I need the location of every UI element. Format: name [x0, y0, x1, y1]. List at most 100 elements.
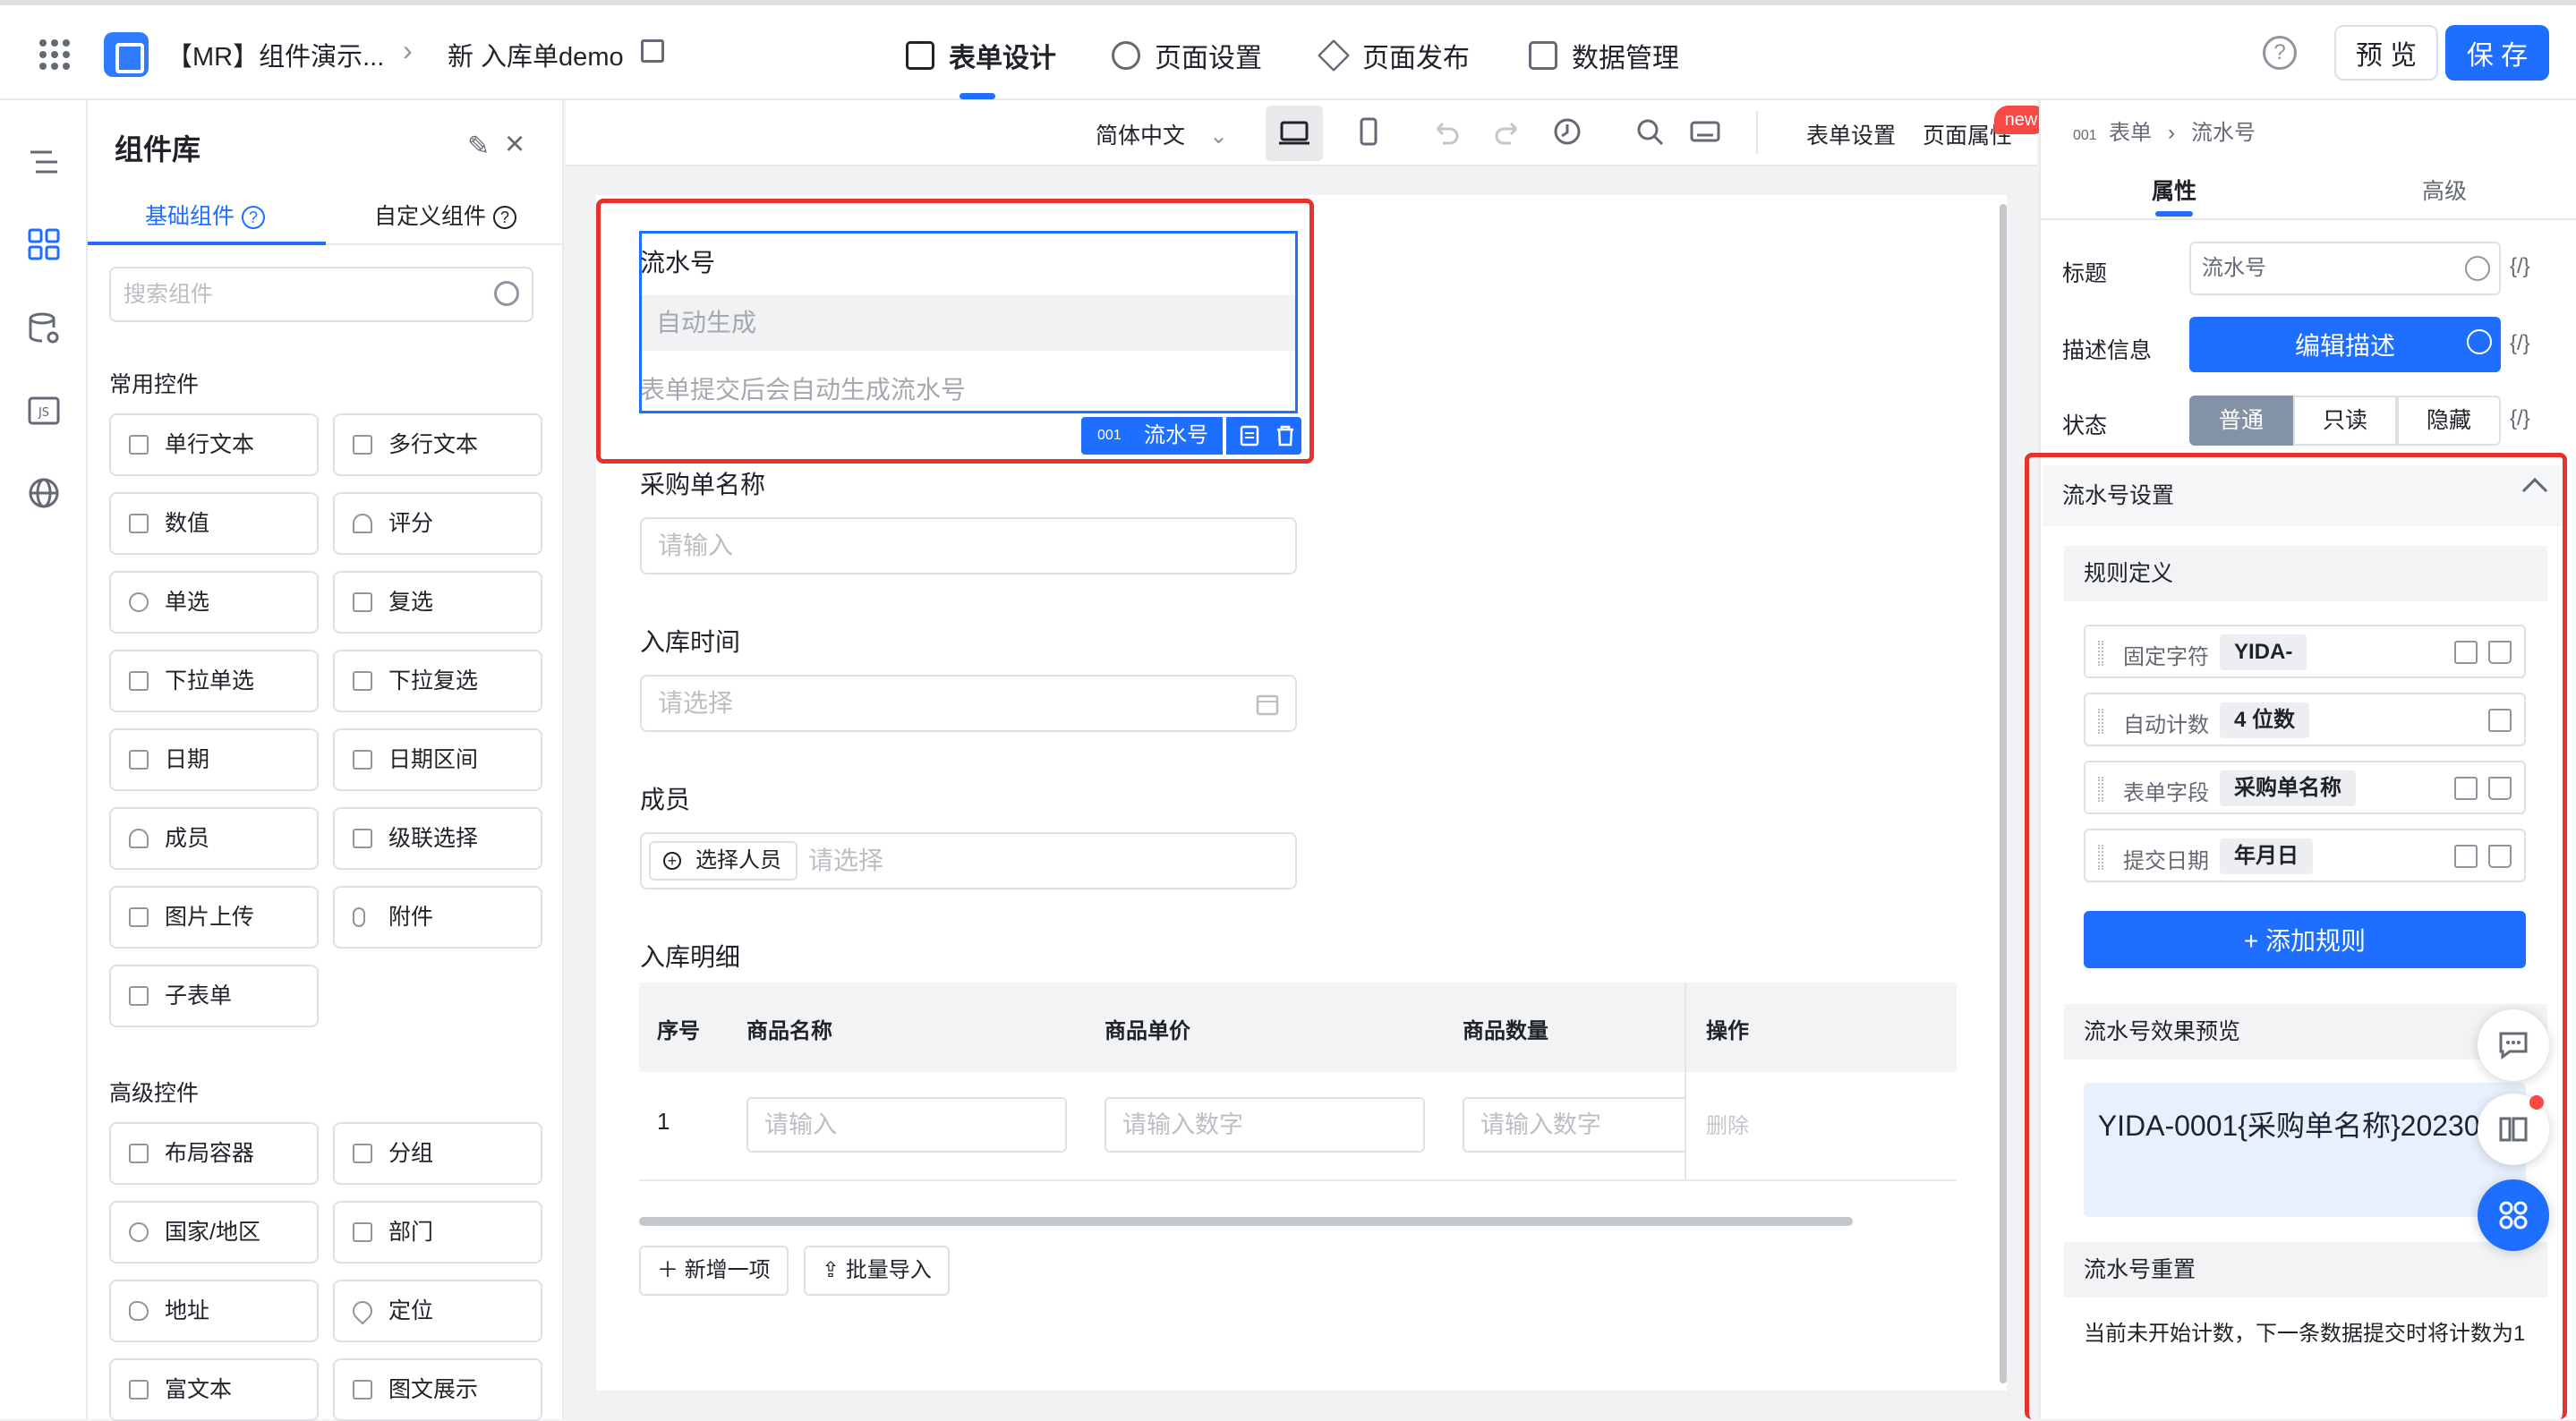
component-item[interactable]: 地址	[109, 1280, 319, 1342]
datasource-icon[interactable]	[27, 311, 61, 345]
document-icon	[906, 41, 934, 70]
state-variable-button[interactable]: {/}	[2510, 406, 2530, 431]
tab-properties[interactable]: 属性	[2152, 174, 2196, 206]
tab-page-publish[interactable]: 页面发布	[1317, 36, 1470, 75]
desktop-icon	[1279, 121, 1309, 145]
member-field-input[interactable]: + 选择人员 请选择	[640, 832, 1297, 889]
component-item[interactable]: 复选	[333, 571, 542, 634]
form-name: 新 入库单demo	[448, 43, 624, 72]
component-label: 附件	[388, 905, 434, 930]
pin-icon[interactable]: ✎	[467, 131, 490, 162]
component-item[interactable]: 单选	[109, 571, 319, 634]
component-item[interactable]: 图文展示	[333, 1358, 542, 1421]
redo-icon[interactable]	[1493, 116, 1523, 147]
save-button[interactable]: 保 存	[2445, 25, 2549, 81]
edit-description-button[interactable]: 编辑描述	[2189, 317, 2501, 372]
plus-icon: ＋	[657, 1258, 685, 1282]
apps-button[interactable]	[2478, 1179, 2549, 1251]
component-item[interactable]: 日期区间	[333, 728, 542, 791]
form-settings-button[interactable]: 表单设置	[1806, 118, 1896, 150]
component-label: 部门	[388, 1220, 434, 1245]
component-item[interactable]: 定位	[333, 1280, 542, 1342]
th-index: 序号	[657, 1019, 700, 1043]
component-search-input[interactable]: 搜索组件	[109, 267, 533, 322]
cell-product-name-input[interactable]: 请输入	[746, 1097, 1067, 1153]
language-select[interactable]: 简体中文 ⌄	[1096, 118, 1228, 150]
component-item[interactable]: 下拉单选	[109, 650, 319, 712]
time-field-input[interactable]: 请选择	[640, 675, 1297, 732]
tab-label: 页面设置	[1155, 44, 1262, 73]
active-tab-indicator	[88, 242, 326, 245]
help-icon[interactable]: ?	[2263, 36, 2297, 70]
purchase-field-input[interactable]: 请输入	[640, 517, 1297, 574]
desktop-view-button[interactable]	[1266, 106, 1323, 161]
tab-advanced[interactable]: 高级	[2422, 174, 2467, 206]
component-item[interactable]: 附件	[333, 886, 542, 949]
component-label: 图片上传	[165, 905, 255, 930]
close-icon[interactable]: ×	[505, 125, 525, 164]
history-icon[interactable]	[1552, 116, 1582, 147]
components-icon[interactable]	[27, 227, 61, 261]
title-input[interactable]: 流水号	[2189, 242, 2501, 295]
radio-icon	[129, 592, 149, 612]
globe-icon[interactable]	[27, 476, 61, 510]
chat-button[interactable]	[2478, 1009, 2549, 1081]
toolbar-divider	[1756, 111, 1758, 154]
component-item[interactable]: 富文本	[109, 1358, 319, 1421]
tab-basic-components[interactable]: 基础组件?	[145, 199, 266, 231]
table-row-divider	[639, 1179, 1957, 1181]
app-grid-icon[interactable]	[39, 39, 70, 70]
cell-unit-price-input[interactable]: 请输入数字	[1105, 1097, 1425, 1153]
component-label: 下拉单选	[165, 668, 255, 693]
state-readonly[interactable]: 只读	[2293, 396, 2397, 446]
canvas-scrollbar[interactable]	[2000, 204, 2007, 1383]
batch-import-button[interactable]: ⇪ 批量导入	[804, 1246, 950, 1296]
component-item[interactable]: 分组	[333, 1122, 542, 1185]
breadcrumb-form[interactable]: 表单	[2109, 121, 2152, 145]
desc-variable-button[interactable]: {/}	[2510, 331, 2530, 356]
globe-icon[interactable]	[2465, 256, 2490, 281]
question-icon: ?	[493, 206, 517, 230]
tab-page-settings[interactable]: 页面设置	[1112, 36, 1262, 75]
component-item[interactable]: 布局容器	[109, 1122, 319, 1185]
component-item[interactable]: 下拉复选	[333, 650, 542, 712]
state-hidden[interactable]: 隐藏	[2397, 396, 2501, 446]
undo-icon[interactable]	[1430, 116, 1461, 147]
component-item[interactable]: 级联选择	[333, 807, 542, 870]
outline-tree-icon[interactable]	[27, 145, 61, 179]
component-item[interactable]: 多行文本	[333, 413, 542, 476]
keyboard-icon[interactable]	[1690, 116, 1720, 147]
component-item[interactable]: 日期	[109, 728, 319, 791]
tab-data-management[interactable]: 数据管理	[1529, 36, 1679, 75]
title-variable-button[interactable]: {/}	[2510, 254, 2530, 279]
table-horizontal-scrollbar[interactable]	[639, 1217, 1853, 1226]
star-icon	[353, 514, 372, 533]
js-code-icon[interactable]: JS	[27, 394, 61, 428]
component-item[interactable]: 单行文本	[109, 413, 319, 476]
library-title: 组件库	[115, 133, 201, 166]
preview-button[interactable]: 预 览	[2334, 25, 2438, 81]
globe-icon[interactable]	[2467, 329, 2492, 354]
state-normal[interactable]: 普通	[2189, 396, 2293, 446]
tab-custom-components[interactable]: 自定义组件?	[374, 199, 517, 231]
component-item[interactable]: 评分	[333, 492, 542, 555]
component-item[interactable]: 部门	[333, 1201, 542, 1264]
edit-icon[interactable]	[641, 39, 664, 63]
component-item[interactable]: 子表单	[109, 965, 319, 1027]
multi-select-icon	[353, 671, 372, 691]
component-item[interactable]: 国家/地区	[109, 1201, 319, 1264]
component-item[interactable]: 成员	[109, 807, 319, 870]
tab-label: 页面发布	[1362, 44, 1470, 73]
search-icon[interactable]	[1634, 116, 1665, 147]
component-item[interactable]: 图片上传	[109, 886, 319, 949]
search-placeholder: 搜索组件	[124, 282, 214, 307]
cell-quantity-input[interactable]: 请输入数字	[1463, 1097, 1685, 1153]
row-delete-link[interactable]: 删除	[1706, 1108, 1749, 1139]
component-item[interactable]: 数值	[109, 492, 319, 555]
chevron-right-icon: ›	[403, 34, 413, 66]
app-title[interactable]: 【MR】组件演示...	[166, 36, 384, 73]
mobile-icon[interactable]	[1353, 116, 1384, 147]
add-item-button[interactable]: ＋ 新增一项	[639, 1246, 789, 1296]
select-member-button[interactable]: + 选择人员	[649, 841, 798, 881]
tab-form-design[interactable]: 表单设计	[906, 36, 1056, 75]
